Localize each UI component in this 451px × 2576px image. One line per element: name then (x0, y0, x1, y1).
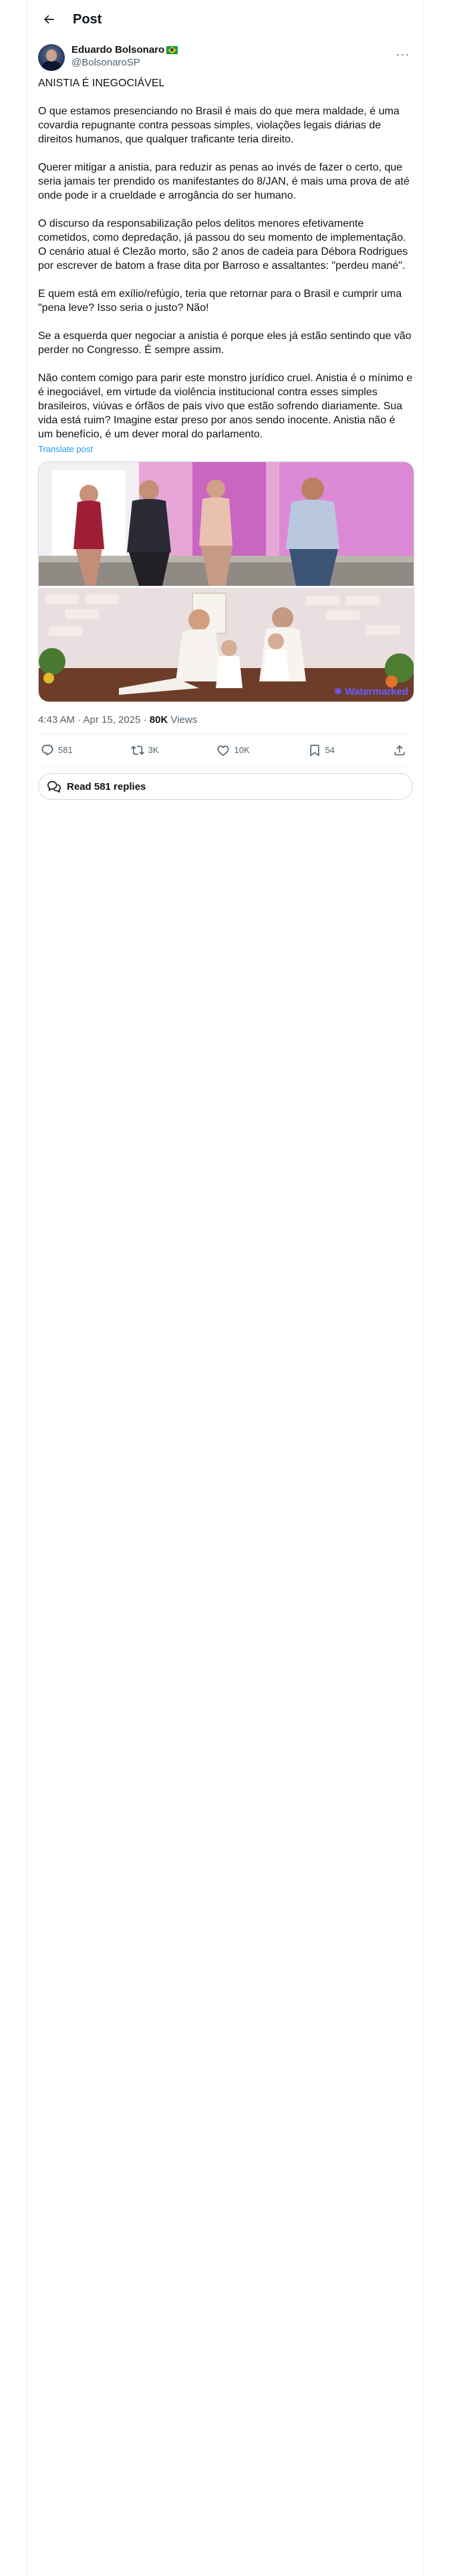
post-paragraph: O que estamos presenciando no Brasil é m… (38, 106, 400, 145)
heart-icon (217, 745, 229, 756)
chat-bubbles-icon (47, 780, 61, 793)
author-handle[interactable]: @BolsonaroSP (71, 56, 393, 70)
ellipsis-icon: ··· (396, 47, 410, 61)
views-label: Views (168, 714, 198, 726)
arrow-left-icon (44, 15, 54, 24)
top-bar: Post (27, 0, 424, 39)
read-replies-label: Read 581 replies (67, 780, 146, 792)
read-replies-button[interactable]: Read 581 replies (38, 773, 413, 800)
repost-icon (130, 745, 144, 755)
post-text: ANISTIA É INEGOCIÁVEL O que estamos pres… (27, 76, 424, 441)
reply-button[interactable]: 581 (41, 744, 73, 757)
post-meta: 4:43 AM · Apr 15, 2025 · 80K Views (38, 702, 413, 734)
post-paragraph: E quem está em exílio/refúgio, teria que… (38, 288, 402, 314)
bookmark-icon (309, 744, 319, 756)
post-paragraph: ANISTIA É INEGOCIÁVEL (38, 78, 165, 89)
views-count: 80K (149, 714, 168, 726)
author-name[interactable]: Eduardo Bolsonaro (71, 44, 164, 56)
post-paragraph: Querer mitigar a anistia, para reduzir a… (38, 162, 410, 201)
post-paragraph: Se a esquerda quer negociar a anistia é … (38, 330, 412, 356)
bookmark-count: 54 (325, 745, 335, 755)
family-photo-top[interactable] (39, 462, 414, 586)
repost-count: 3K (148, 745, 159, 755)
reply-count: 581 (58, 745, 73, 755)
watermark: ✱ Watermarked (333, 686, 408, 697)
post-author: Eduardo Bolsonaro @BolsonaroSP ··· (27, 39, 424, 76)
like-count: 10K (234, 745, 250, 755)
author-names: Eduardo Bolsonaro @BolsonaroSP (71, 44, 393, 70)
reply-icon (41, 744, 53, 756)
share-button[interactable] (393, 744, 410, 757)
share-icon (394, 744, 405, 755)
post-paragraph: O discurso da responsabilização pelos de… (38, 218, 408, 272)
page-title: Post (73, 11, 102, 27)
translate-post-link[interactable]: Translate post (27, 441, 424, 455)
brazil-flag-icon (166, 46, 178, 54)
repost-button[interactable]: 3K (130, 744, 159, 757)
main-column: Post Eduardo Bolsonaro @BolsonaroSP ··· … (27, 0, 424, 2576)
post-media[interactable]: ✱ Watermarked (38, 461, 414, 702)
post-paragraph: Não contem comigo para parir este monstr… (38, 372, 413, 440)
action-bar: 581 3K 10K 54 (38, 734, 413, 766)
post-timestamp[interactable]: 4:43 AM · Apr 15, 2025 · (38, 714, 150, 726)
author-name-row[interactable]: Eduardo Bolsonaro (71, 44, 393, 56)
like-button[interactable]: 10K (216, 744, 250, 757)
avatar[interactable] (38, 44, 65, 71)
back-button[interactable] (37, 7, 61, 31)
more-options-button[interactable]: ··· (393, 44, 413, 64)
bookmark-button[interactable]: 54 (308, 744, 335, 757)
